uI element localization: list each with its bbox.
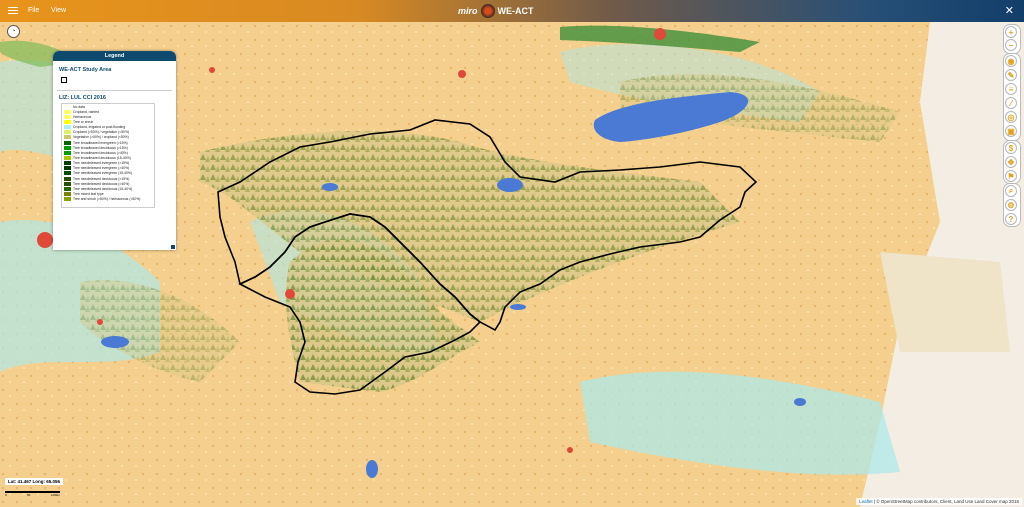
city: [458, 70, 466, 78]
legend-divider: [57, 90, 172, 91]
settings-icon[interactable]: ⚙: [1005, 199, 1017, 211]
legend-header: Legend: [53, 51, 176, 61]
edit-icon[interactable]: ✎: [1005, 69, 1017, 81]
legend-panel: Legend WE-ACT Study Area LIZ: LUL CCI 20…: [53, 51, 176, 250]
city: [209, 67, 215, 73]
legend-item-label: Cropland (>50%) / vegetation (<50%): [73, 130, 130, 135]
legend-item-list[interactable]: No data Cropland, rainfed Herbaceous Tree o…: [61, 103, 155, 208]
zoom-in-button[interactable]: +: [1005, 26, 1017, 38]
city: [654, 28, 666, 40]
legend-swatch: [64, 125, 71, 130]
target-icon[interactable]: ◎: [1005, 111, 1017, 123]
legend-swatch: [64, 171, 71, 176]
polygon-icon[interactable]: ▣: [1005, 125, 1017, 137]
legend-item-label: Tree needleleaved deciduous (15-40%): [73, 186, 133, 191]
pale-region: [880, 252, 1010, 352]
legend-swatch: [64, 119, 71, 124]
brand: miro WE-ACT: [458, 4, 534, 18]
close-icon[interactable]: ✕: [1005, 4, 1014, 17]
legend-item-label: Tree needleleaved evergreen (15-40%): [73, 171, 133, 176]
legend-swatch: [64, 186, 71, 191]
layers-icon[interactable]: ≡: [1005, 83, 1017, 95]
brand-logo-icon: [480, 4, 495, 18]
legend-item-label: Tree needleleaved deciduous (>15%): [73, 176, 130, 181]
legend-item: Tree and shrub (>50%) / herbaceous (<50%…: [62, 197, 154, 202]
legend-swatch: [64, 176, 71, 181]
legend-item-label: Tree needleleaved deciduous (>40%): [73, 181, 130, 186]
legend-item-label: Tree needleleaved evergreen (>15%): [73, 161, 130, 166]
legend-item-label: Herbaceous: [73, 114, 92, 119]
tool-control-group: ◉ ✎ ≡ ⁄ ◎ ▣: [1003, 53, 1021, 141]
flag-icon[interactable]: ⚑: [1005, 170, 1017, 182]
app-root: File View miro WE-ACT ✕ ◔ Legend WE-ACT …: [0, 0, 1024, 507]
legend-swatch: [64, 150, 71, 155]
legend-item-label: Tree mixed leaf type: [73, 191, 104, 196]
study-area-swatch: [61, 77, 67, 83]
help-icon[interactable]: ?: [1005, 213, 1017, 225]
legend-swatch: [64, 197, 71, 202]
lake: [497, 178, 523, 192]
menu-view[interactable]: View: [51, 7, 66, 14]
legend-study-area-title: WE-ACT Study Area: [59, 67, 112, 73]
lake: [322, 183, 338, 191]
legend-swatch: [64, 181, 71, 186]
scale-label: 100km: [51, 493, 61, 497]
legend-item-label: Tree broadleaved deciduous (>40%): [73, 150, 128, 155]
legend-item-label: Tree or shrub: [73, 119, 94, 124]
legend-swatch: [64, 109, 71, 114]
city: [567, 447, 573, 453]
resize-handle-icon[interactable]: [171, 245, 175, 249]
legend-swatch: [64, 104, 71, 109]
action-control-group: $ ✥ ⚑: [1003, 140, 1021, 184]
legend-swatch: [64, 155, 71, 160]
leaflet-link[interactable]: Leaflet: [859, 499, 873, 504]
city: [97, 319, 103, 325]
top-bar: File View miro WE-ACT ✕: [0, 0, 1024, 22]
lake: [794, 398, 806, 406]
legend-item-label: Tree and shrub (>50%) / herbaceous (<50%…: [73, 197, 141, 202]
city: [37, 232, 53, 248]
legend-swatch: [64, 140, 71, 145]
search-icon[interactable]: ⌕: [1005, 185, 1017, 197]
info-icon[interactable]: $: [1005, 142, 1017, 154]
legend-swatch: [64, 135, 71, 140]
draw-line-icon[interactable]: ⁄: [1005, 97, 1017, 109]
legend-item-label: Tree broadleaved deciduous (15-40%): [73, 155, 131, 160]
legend-item-label: No data: [73, 104, 85, 109]
attribution-text: | © OpenStreetMap contributors, Client, …: [873, 499, 1019, 504]
app-title: WE-ACT: [497, 6, 534, 16]
menu-file[interactable]: File: [28, 7, 39, 14]
city: [285, 289, 295, 299]
zoom-control-group: + −: [1003, 24, 1021, 54]
legend-item-label: Tree broadleaved evergreen (>15%): [73, 140, 128, 145]
legend-item-label: Tree broadleaved deciduous (>15%): [73, 145, 128, 150]
lake: [510, 304, 526, 310]
legend-item-label: Tree needleleaved evergreen (>40%): [73, 166, 130, 171]
hamburger-menu-icon[interactable]: [8, 5, 18, 15]
legend-swatch: [64, 130, 71, 135]
legend-item-label: Vegetation (>50%) / cropland (<50%): [73, 135, 129, 140]
zoom-out-button[interactable]: −: [1005, 39, 1017, 51]
legend-swatch: [64, 145, 71, 150]
scale-bar: 0 50 100km: [5, 491, 61, 497]
legend-swatch: [64, 161, 71, 166]
legend-item-label: Cropland, rainfed: [73, 109, 100, 114]
scale-label: 0: [5, 493, 7, 497]
location-pin-icon[interactable]: ◉: [1005, 55, 1017, 67]
legend-lul-title: LIZ: LUL CCI 2016: [59, 95, 106, 101]
move-icon[interactable]: ✥: [1005, 156, 1017, 168]
legend-swatch: [64, 191, 71, 196]
lake: [366, 460, 378, 478]
legend-item-label: Cropland, irrigated or post-flooding: [73, 125, 126, 130]
brand-logo-text: miro: [458, 6, 478, 16]
map-attribution: Leaflet | © OpenStreetMap contributors, …: [856, 498, 1022, 505]
coordinates-readout: Lat: 41.467 Long: 65.056: [5, 478, 64, 485]
legend-swatch: [64, 166, 71, 171]
compass-icon[interactable]: ◔: [7, 25, 20, 38]
scale-label: 50: [27, 493, 31, 497]
extra-control-group: ⌕ ⚙ ?: [1003, 183, 1021, 227]
lake: [101, 336, 129, 348]
legend-swatch: [64, 114, 71, 119]
